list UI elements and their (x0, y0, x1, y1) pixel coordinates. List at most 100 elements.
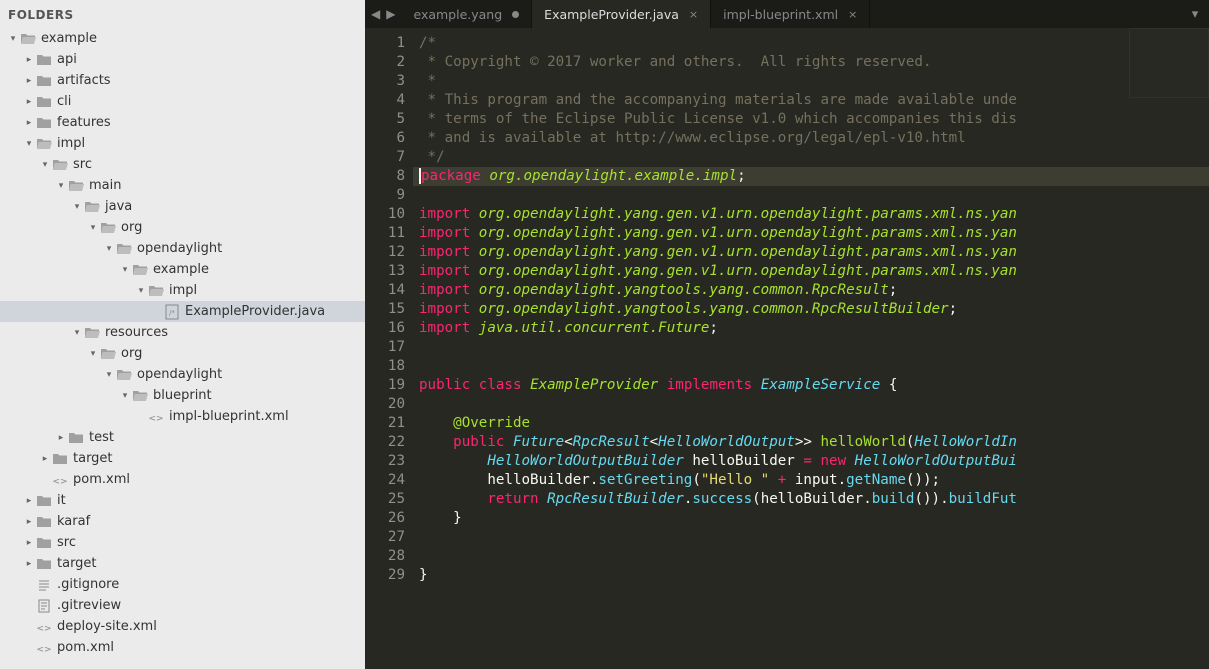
code-line[interactable]: import org.opendaylight.yangtools.yang.c… (413, 281, 1209, 300)
chevron-down-icon[interactable]: ▾ (120, 391, 130, 401)
tree-label: ExampleProvider.java (185, 304, 365, 319)
folder-tree[interactable]: ▾example▸api▸artifacts▸cli▸features▾impl… (0, 28, 365, 658)
chevron-down-icon[interactable]: ▾ (72, 202, 82, 212)
folder-sidebar[interactable]: FOLDERS ▾example▸api▸artifacts▸cli▸featu… (0, 0, 365, 669)
tree-row[interactable]: .gitreview (0, 595, 365, 616)
code-line[interactable]: */ (413, 148, 1209, 167)
tab[interactable]: impl-blueprint.xml× (711, 0, 870, 28)
tree-row[interactable]: ▾example (0, 259, 365, 280)
code-line[interactable] (413, 528, 1209, 547)
code-line[interactable]: import org.opendaylight.yangtools.yang.c… (413, 300, 1209, 319)
tree-row[interactable]: .gitignore (0, 574, 365, 595)
tree-row[interactable]: ▾opendaylight (0, 238, 365, 259)
code-line[interactable]: public Future<RpcResult<HelloWorldOutput… (413, 433, 1209, 452)
tree-row[interactable]: ▸src (0, 532, 365, 553)
code-line[interactable]: * Copyright © 2017 worker and others. Al… (413, 53, 1209, 72)
folder-open-icon (84, 325, 100, 341)
close-icon[interactable]: × (689, 8, 698, 21)
chevron-down-icon[interactable]: ▾ (24, 139, 34, 149)
tab-nav-arrows[interactable]: ◀ ▶ (365, 0, 401, 28)
code-editor[interactable]: 1234567891011121314151617181920212223242… (365, 28, 1209, 669)
line-number: 15 (365, 300, 405, 319)
chevron-right-icon[interactable]: ▸ (24, 76, 34, 86)
chevron-down-icon[interactable]: ▾ (136, 286, 146, 296)
code-line[interactable]: * terms of the Eclipse Public License v1… (413, 110, 1209, 129)
code-line[interactable]: import org.opendaylight.yang.gen.v1.urn.… (413, 205, 1209, 224)
code-line[interactable] (413, 357, 1209, 376)
code-line[interactable] (413, 547, 1209, 566)
chevron-right-icon[interactable]: ▸ (24, 559, 34, 569)
chevron-right-icon[interactable]: ▸ (56, 433, 66, 443)
chevron-right-icon[interactable]: ▸ (24, 97, 34, 107)
code-line[interactable]: import org.opendaylight.yang.gen.v1.urn.… (413, 243, 1209, 262)
tree-row[interactable]: ▾main (0, 175, 365, 196)
tree-row[interactable]: ▾blueprint (0, 385, 365, 406)
code-line[interactable]: * (413, 72, 1209, 91)
chevron-right-icon[interactable]: ▸ (24, 517, 34, 527)
code-line[interactable]: package org.opendaylight.example.impl; (413, 167, 1209, 186)
chevron-right-icon[interactable]: ▸ (24, 496, 34, 506)
close-icon[interactable]: × (848, 8, 857, 21)
code-line[interactable] (413, 338, 1209, 357)
chevron-right-icon[interactable]: ▸ (24, 118, 34, 128)
tree-row[interactable]: <>deploy-site.xml (0, 616, 365, 637)
tree-row[interactable]: ▸features (0, 112, 365, 133)
tree-row[interactable]: ▾opendaylight (0, 364, 365, 385)
code-line[interactable]: import org.opendaylight.yang.gen.v1.urn.… (413, 262, 1209, 281)
code-line[interactable]: public class ExampleProvider implements … (413, 376, 1209, 395)
code-line[interactable] (413, 395, 1209, 414)
tree-row[interactable]: ▸karaf (0, 511, 365, 532)
code-area[interactable]: /* * Copyright © 2017 worker and others.… (413, 28, 1209, 669)
tree-row[interactable]: ▾java (0, 196, 365, 217)
tree-row[interactable]: ▸api (0, 49, 365, 70)
code-line[interactable]: * and is available at http://www.eclipse… (413, 129, 1209, 148)
tree-row[interactable]: ▾impl (0, 280, 365, 301)
chevron-down-icon[interactable]: ▾ (88, 349, 98, 359)
tree-row[interactable]: ▸target (0, 448, 365, 469)
tree-row[interactable]: ▾example (0, 28, 365, 49)
chevron-down-icon[interactable]: ▾ (72, 328, 82, 338)
code-line[interactable]: import java.util.concurrent.Future; (413, 319, 1209, 338)
tree-row[interactable]: ▸cli (0, 91, 365, 112)
chevron-down-icon[interactable]: ▾ (104, 370, 114, 380)
tab-bar[interactable]: ◀ ▶ example.yangExampleProvider.java×imp… (365, 0, 1209, 28)
tree-row[interactable]: ▸test (0, 427, 365, 448)
chevron-right-icon[interactable]: ▸ (40, 454, 50, 464)
tab-menu-button[interactable]: ▾ (1181, 0, 1209, 28)
code-line[interactable]: * This program and the accompanying mate… (413, 91, 1209, 110)
nav-back-icon[interactable]: ◀ (371, 7, 380, 21)
tree-row[interactable]: <>pom.xml (0, 637, 365, 658)
tree-row[interactable]: ▾src (0, 154, 365, 175)
tree-row[interactable]: ▾impl (0, 133, 365, 154)
tree-row[interactable]: ▾resources (0, 322, 365, 343)
code-line[interactable]: } (413, 566, 1209, 585)
chevron-right-icon[interactable]: ▸ (24, 55, 34, 65)
chevron-down-icon[interactable]: ▾ (120, 265, 130, 275)
chevron-down-icon[interactable]: ▾ (104, 244, 114, 254)
code-line[interactable]: import org.opendaylight.yang.gen.v1.urn.… (413, 224, 1209, 243)
code-line[interactable]: @Override (413, 414, 1209, 433)
tab[interactable]: example.yang (401, 0, 532, 28)
tree-row[interactable]: /*ExampleProvider.java (0, 301, 365, 322)
tree-row[interactable]: ▾org (0, 217, 365, 238)
chevron-down-icon[interactable]: ▾ (40, 160, 50, 170)
tree-row[interactable]: ▸it (0, 490, 365, 511)
chevron-down-icon[interactable]: ▾ (88, 223, 98, 233)
code-line[interactable]: return RpcResultBuilder.success(helloBui… (413, 490, 1209, 509)
nav-forward-icon[interactable]: ▶ (386, 7, 395, 21)
code-line[interactable]: } (413, 509, 1209, 528)
chevron-right-icon[interactable]: ▸ (24, 538, 34, 548)
tree-row[interactable]: ▸artifacts (0, 70, 365, 91)
chevron-down-icon[interactable]: ▾ (56, 181, 66, 191)
line-number: 14 (365, 281, 405, 300)
tree-row[interactable]: ▾org (0, 343, 365, 364)
tree-row[interactable]: <>pom.xml (0, 469, 365, 490)
tree-row[interactable]: <>impl-blueprint.xml (0, 406, 365, 427)
tree-row[interactable]: ▸target (0, 553, 365, 574)
tab[interactable]: ExampleProvider.java× (532, 0, 711, 28)
code-line[interactable]: helloBuilder.setGreeting("Hello " + inpu… (413, 471, 1209, 490)
chevron-down-icon[interactable]: ▾ (8, 34, 18, 44)
code-line[interactable] (413, 186, 1209, 205)
code-line[interactable]: /* (413, 34, 1209, 53)
code-line[interactable]: HelloWorldOutputBuilder helloBuilder = n… (413, 452, 1209, 471)
